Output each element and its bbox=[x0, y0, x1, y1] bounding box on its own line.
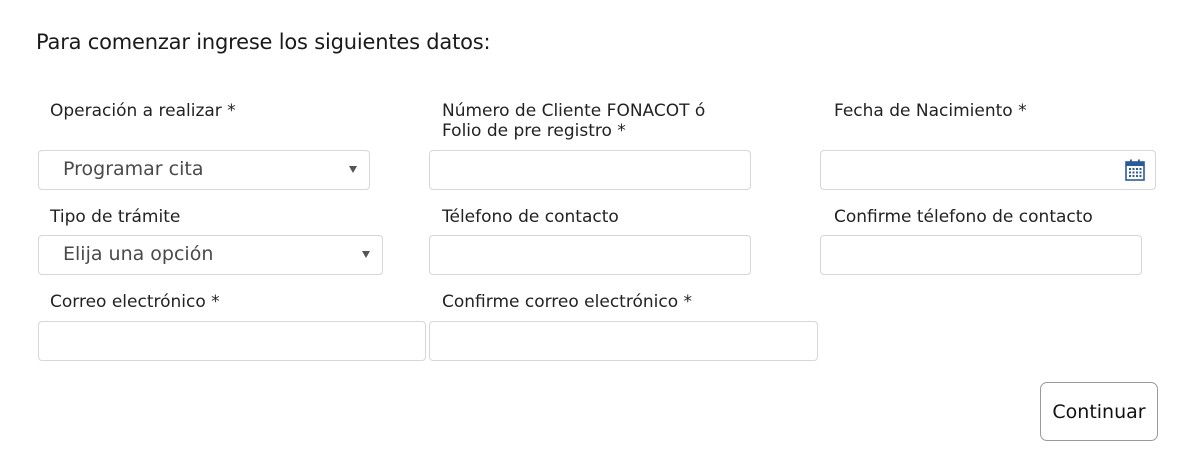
birthdate-label: Fecha de Nacimiento * bbox=[834, 101, 1027, 121]
email-label: Correo electrónico * bbox=[50, 292, 220, 312]
client-number-label-line1: Número de Cliente FONACOT ó bbox=[442, 101, 706, 121]
birthdate-input[interactable] bbox=[820, 150, 1156, 190]
operation-label: Operación a realizar * bbox=[50, 101, 236, 121]
procedure-type-select-value: Elija una opción bbox=[63, 243, 214, 265]
continue-button[interactable]: Continuar bbox=[1040, 382, 1158, 441]
chevron-down-icon bbox=[362, 251, 370, 258]
phone-label: Télefono de contacto bbox=[442, 207, 619, 227]
email-input[interactable] bbox=[38, 321, 426, 361]
operation-select-value: Programar cita bbox=[63, 158, 204, 180]
confirm-phone-label: Confirme télefono de contacto bbox=[834, 207, 1093, 227]
confirm-email-label: Confirme correo electrónico * bbox=[442, 292, 693, 312]
confirm-phone-input[interactable] bbox=[820, 235, 1142, 275]
procedure-type-label: Tipo de trámite bbox=[50, 207, 181, 227]
calendar-icon[interactable] bbox=[1125, 159, 1145, 181]
operation-select[interactable]: Programar cita bbox=[38, 150, 370, 190]
client-number-input[interactable] bbox=[429, 150, 751, 190]
chevron-down-icon bbox=[349, 166, 357, 173]
client-number-label-line2: Folio de pre registro * bbox=[442, 121, 626, 141]
procedure-type-select[interactable]: Elija una opción bbox=[38, 235, 383, 275]
form-heading: Para comenzar ingrese los siguientes dat… bbox=[36, 30, 491, 54]
confirm-email-input[interactable] bbox=[429, 321, 818, 361]
phone-input[interactable] bbox=[429, 235, 751, 275]
